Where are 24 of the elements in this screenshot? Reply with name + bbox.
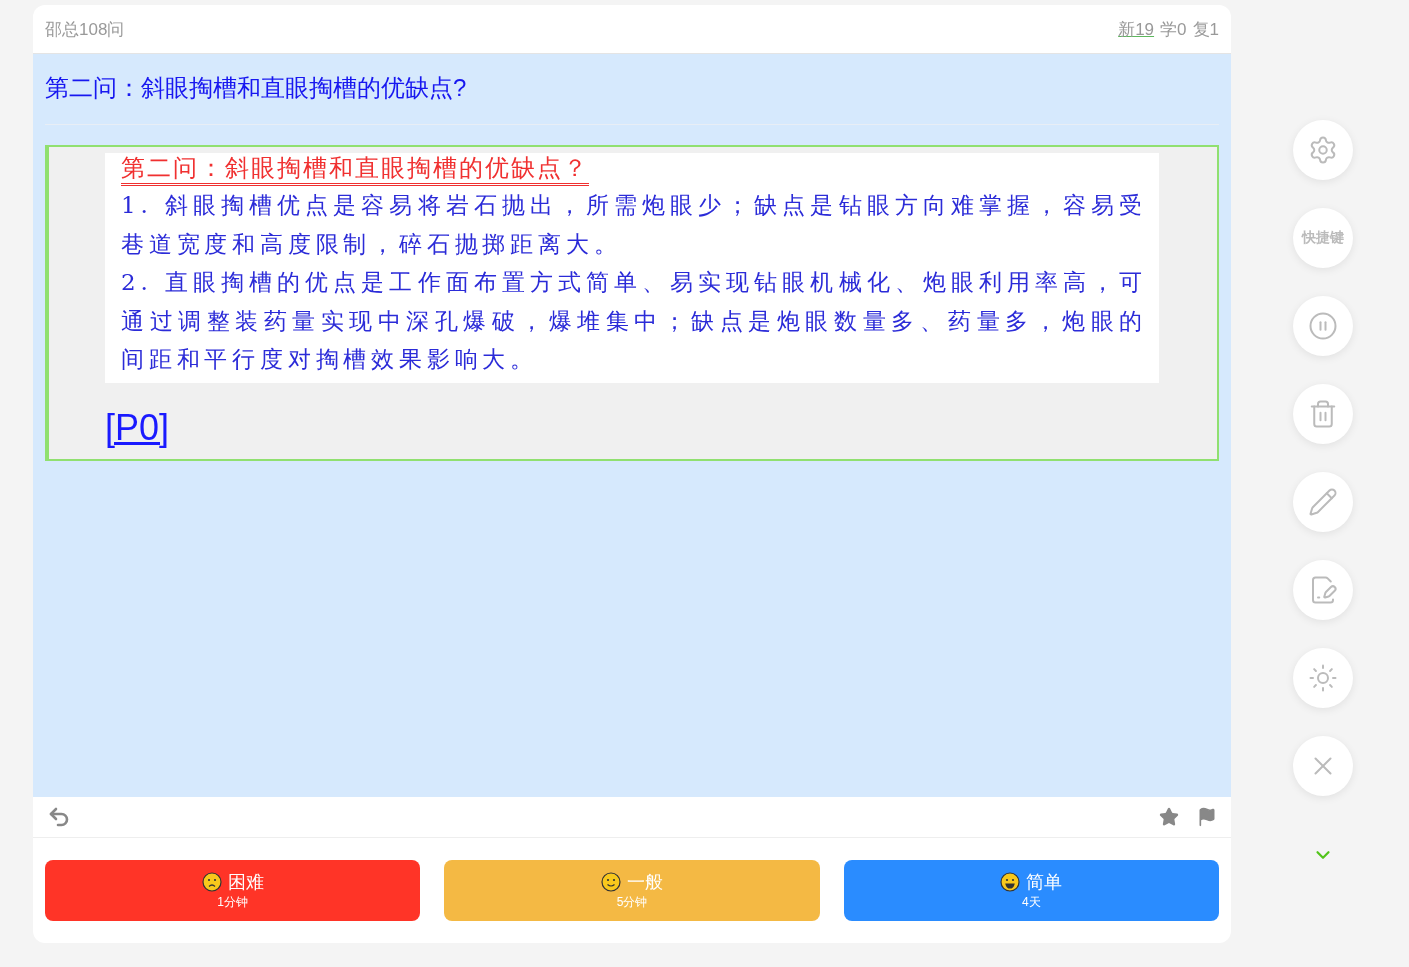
rating-button[interactable]: 简单 4天 bbox=[843, 860, 1219, 921]
question-text: 第二问：斜眼掏槽和直眼掏槽的优缺点? bbox=[45, 54, 1219, 125]
source-link[interactable]: [P0] bbox=[105, 406, 170, 449]
face-icon bbox=[201, 872, 222, 892]
document-title: 第二问：斜眼掏槽和直眼掏槽的优缺点？ bbox=[121, 153, 589, 186]
reply-icon[interactable] bbox=[47, 805, 71, 829]
face-icon bbox=[601, 872, 621, 892]
document-paragraph: 2. 直眼掏槽的优点是工作面布置方式简单、易实现钻眼机械化、炮眼利用率高，可通过调整装药量实现中深孔爆破，爆堆集中；缺点是炮眼数量多、药量多，炮眼的间距和平行度对掏槽效果影响大。 bbox=[121, 268, 1147, 374]
count-text: 新19 bbox=[1118, 18, 1155, 41]
pause-icon bbox=[1308, 311, 1338, 341]
flag-icon[interactable] bbox=[1197, 807, 1217, 827]
pencil-icon bbox=[1308, 487, 1338, 517]
trash-icon bbox=[1308, 399, 1338, 429]
star-icon[interactable] bbox=[1159, 807, 1179, 827]
face-icon bbox=[1000, 872, 1021, 892]
count-text: 复1 bbox=[1192, 18, 1219, 41]
rating-button[interactable]: 困难 1分钟 bbox=[45, 860, 421, 921]
rating-button[interactable]: 一般 5分钟 bbox=[444, 860, 820, 921]
count-text: 学0 bbox=[1160, 18, 1187, 41]
sun-icon bbox=[1308, 663, 1338, 693]
shortcut-button[interactable]: 快捷键 bbox=[1293, 208, 1353, 268]
deck-title: 邵总108问 bbox=[45, 18, 125, 41]
gear-icon bbox=[1308, 135, 1338, 165]
document-paragraph: 1. 斜眼掏槽优点是容易将岩石抛出，所需炮眼少；缺点是钻眼方向难掌握，容易受巷道宽度和高度限制，碎石抛掷距离大。 bbox=[121, 191, 1147, 259]
